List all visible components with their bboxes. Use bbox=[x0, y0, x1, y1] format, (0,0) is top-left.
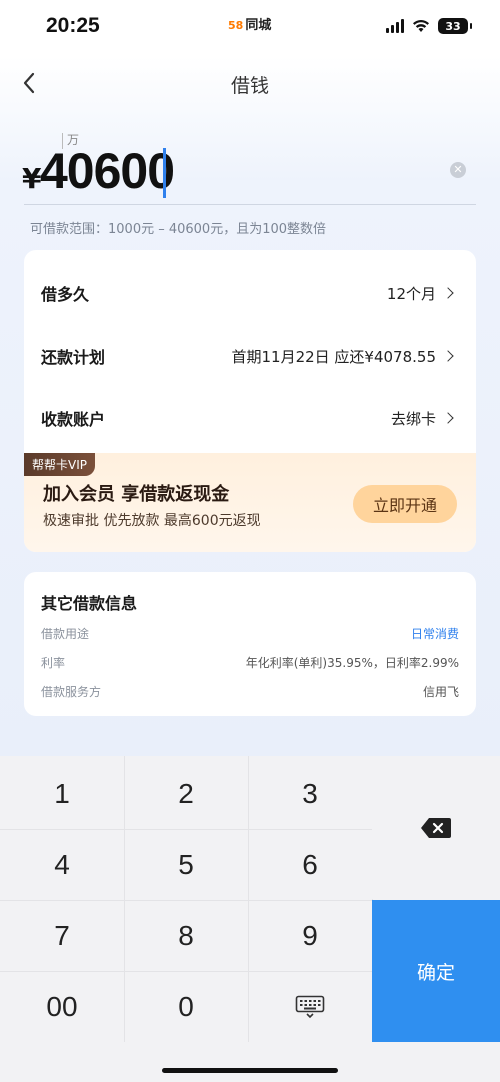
wifi-icon bbox=[413, 20, 429, 32]
info-value: 年化利率(单利)35.95%，日利率2.99% bbox=[245, 655, 459, 670]
row-label: 收款账户 bbox=[41, 410, 106, 429]
row-label: 借多久 bbox=[41, 285, 90, 304]
key-divider bbox=[0, 971, 372, 972]
info-value: 信用飞 bbox=[422, 684, 459, 699]
carrier-logo: 58 bbox=[228, 19, 244, 32]
key-1[interactable]: 1 bbox=[0, 758, 124, 829]
key-3[interactable]: 3 bbox=[248, 758, 372, 829]
info-label: 借款用途 bbox=[41, 626, 90, 641]
numeric-keypad: 1 2 3 4 5 6 7 8 9 00 0 确定 bbox=[0, 756, 500, 1082]
backspace-button[interactable] bbox=[372, 756, 500, 899]
vip-tag: 帮帮卡VIP bbox=[24, 453, 95, 476]
signal-icon bbox=[386, 19, 404, 33]
key-00[interactable]: 00 bbox=[0, 971, 124, 1042]
info-row-rate: 利率 年化利率(单利)35.95%，日利率2.99% bbox=[41, 652, 459, 672]
row-value: 首期11月22日 应还¥4078.55 bbox=[231, 347, 436, 366]
carrier-label: 58 同城 bbox=[228, 14, 271, 33]
vip-title: 加入会员 享借款返现金 bbox=[43, 484, 230, 505]
key-9[interactable]: 9 bbox=[248, 900, 372, 971]
key-5[interactable]: 5 bbox=[124, 829, 248, 900]
vip-promo: 帮帮卡VIP 加入会员 享借款返现金 极速审批 优先放款 最高600元返现 立即… bbox=[24, 453, 476, 552]
key-divider bbox=[0, 829, 372, 830]
key-6[interactable]: 6 bbox=[248, 829, 372, 900]
key-8[interactable]: 8 bbox=[124, 900, 248, 971]
row-value: 12个月 bbox=[386, 284, 436, 303]
info-row-provider: 借款服务方 信用飞 bbox=[41, 681, 459, 701]
row-repayment-plan[interactable]: 还款计划 首期11月22日 应还¥4078.55 bbox=[24, 328, 476, 384]
info-label: 利率 bbox=[41, 655, 66, 670]
home-indicator bbox=[162, 1068, 338, 1073]
backspace-icon bbox=[421, 817, 451, 838]
row-loan-term[interactable]: 借多久 12个月 bbox=[24, 265, 476, 321]
key-divider bbox=[248, 756, 249, 1042]
text-caret bbox=[163, 148, 166, 198]
status-icons: 33 bbox=[386, 18, 472, 34]
chevron-right-icon bbox=[442, 350, 454, 362]
keyboard-toggle-button[interactable] bbox=[248, 971, 372, 1042]
carrier-name: 同城 bbox=[245, 18, 272, 33]
battery-icon: 33 bbox=[438, 18, 472, 34]
info-label: 借款服务方 bbox=[41, 684, 102, 699]
row-value: 去绑卡 bbox=[390, 409, 436, 428]
chevron-right-icon bbox=[442, 287, 454, 299]
key-2[interactable]: 2 bbox=[124, 758, 248, 829]
range-hint: 可借款范围：1000元 – 40600元，且为100整数倍 bbox=[30, 222, 327, 237]
clear-icon[interactable]: ✕ bbox=[450, 162, 466, 178]
vip-open-button[interactable]: 立即开通 bbox=[353, 485, 457, 523]
key-divider bbox=[124, 756, 125, 1042]
key-0[interactable]: 0 bbox=[124, 971, 248, 1042]
row-receiving-account[interactable]: 收款账户 去绑卡 bbox=[24, 390, 476, 446]
keyboard-icon bbox=[295, 995, 325, 1018]
status-time: 20:25 bbox=[46, 14, 100, 37]
vip-subtitle: 极速审批 优先放款 最高600元返现 bbox=[43, 513, 261, 529]
status-bar: 20:25 58 同城 33 bbox=[0, 0, 500, 56]
info-row-purpose[interactable]: 借款用途 日常消费 bbox=[41, 623, 459, 643]
loan-options-card: 借多久 12个月 还款计划 首期11月22日 应还¥4078.55 收款账户 去… bbox=[24, 250, 476, 552]
row-label: 还款计划 bbox=[41, 348, 106, 367]
key-divider bbox=[0, 900, 372, 901]
key-4[interactable]: 4 bbox=[0, 829, 124, 900]
info-title: 其它借款信息 bbox=[41, 594, 138, 613]
key-7[interactable]: 7 bbox=[0, 900, 124, 971]
amount-input[interactable]: ¥ 40600 ✕ bbox=[22, 142, 476, 204]
page-title: 借钱 bbox=[230, 75, 269, 97]
confirm-button[interactable]: 确定 bbox=[372, 900, 500, 1042]
chevron-right-icon bbox=[442, 412, 454, 424]
nav-bar: 借钱 bbox=[0, 56, 500, 110]
info-value: 日常消费 bbox=[410, 626, 459, 641]
currency-symbol: ¥ bbox=[22, 162, 42, 195]
amount-value: 40600 bbox=[40, 143, 175, 199]
loan-info-card: 其它借款信息 借款用途 日常消费 利率 年化利率(单利)35.95%，日利率2.… bbox=[24, 572, 476, 716]
amount-divider bbox=[24, 204, 476, 205]
